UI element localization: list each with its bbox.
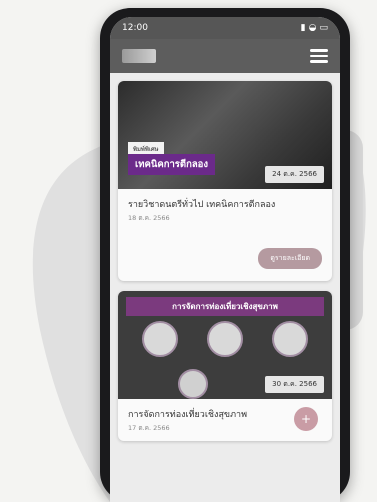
speaker-photo [142, 321, 179, 357]
speaker-photo [271, 321, 308, 357]
card-subtitle: 18 ต.ค. 2566 [128, 214, 170, 222]
app-bar [110, 39, 340, 73]
card-image: การจัดการท่องเที่ยวเชิงสุขภาพ 30 ต.ค. 25… [118, 291, 332, 399]
date-badge: 24 ต.ค. 2566 [265, 166, 324, 183]
card-image: พิมพ์พิเศษ เทคนิคการตีกลอง 24 ต.ค. 2566 [118, 81, 332, 189]
speaker-photo [206, 321, 243, 357]
speaker-photos [128, 321, 322, 357]
phone-frame: 12:00 ▮ ◒ ▭ พิมพ์พิเศษ เทคนิคการตีกลอง 2… [100, 8, 350, 502]
status-icons: ▮ ◒ ▭ [301, 23, 328, 33]
wifi-icon: ◒ [308, 23, 317, 33]
details-button[interactable]: ดูรายละเอียด [258, 248, 322, 269]
speaker-photo [178, 369, 208, 399]
content-area: พิมพ์พิเศษ เทคนิคการตีกลอง 24 ต.ค. 2566 … [110, 73, 340, 459]
news-card[interactable]: การจัดการท่องเที่ยวเชิงสุขภาพ 30 ต.ค. 25… [118, 291, 332, 441]
signal-icon: ▮ [300, 23, 306, 33]
news-card[interactable]: พิมพ์พิเศษ เทคนิคการตีกลอง 24 ต.ค. 2566 … [118, 81, 332, 281]
card-title: รายวิชาดนตรีทั่วไป เทคนิคการตีกลอง [128, 200, 276, 210]
date-badge: 30 ต.ค. 2566 [265, 376, 324, 393]
image-banner: การจัดการท่องเที่ยวเชิงสุขภาพ [126, 297, 324, 316]
image-badge: เทคนิคการตีกลอง [128, 154, 215, 175]
phone-screen: 12:00 ▮ ◒ ▭ พิมพ์พิเศษ เทคนิคการตีกลอง 2… [110, 17, 340, 502]
plus-icon[interactable]: + [294, 407, 318, 431]
status-time: 12:00 [122, 23, 148, 33]
battery-icon: ▭ [319, 23, 328, 33]
app-logo [122, 49, 156, 63]
status-bar: 12:00 ▮ ◒ ▭ [110, 17, 340, 39]
hamburger-menu-icon[interactable] [310, 49, 328, 63]
